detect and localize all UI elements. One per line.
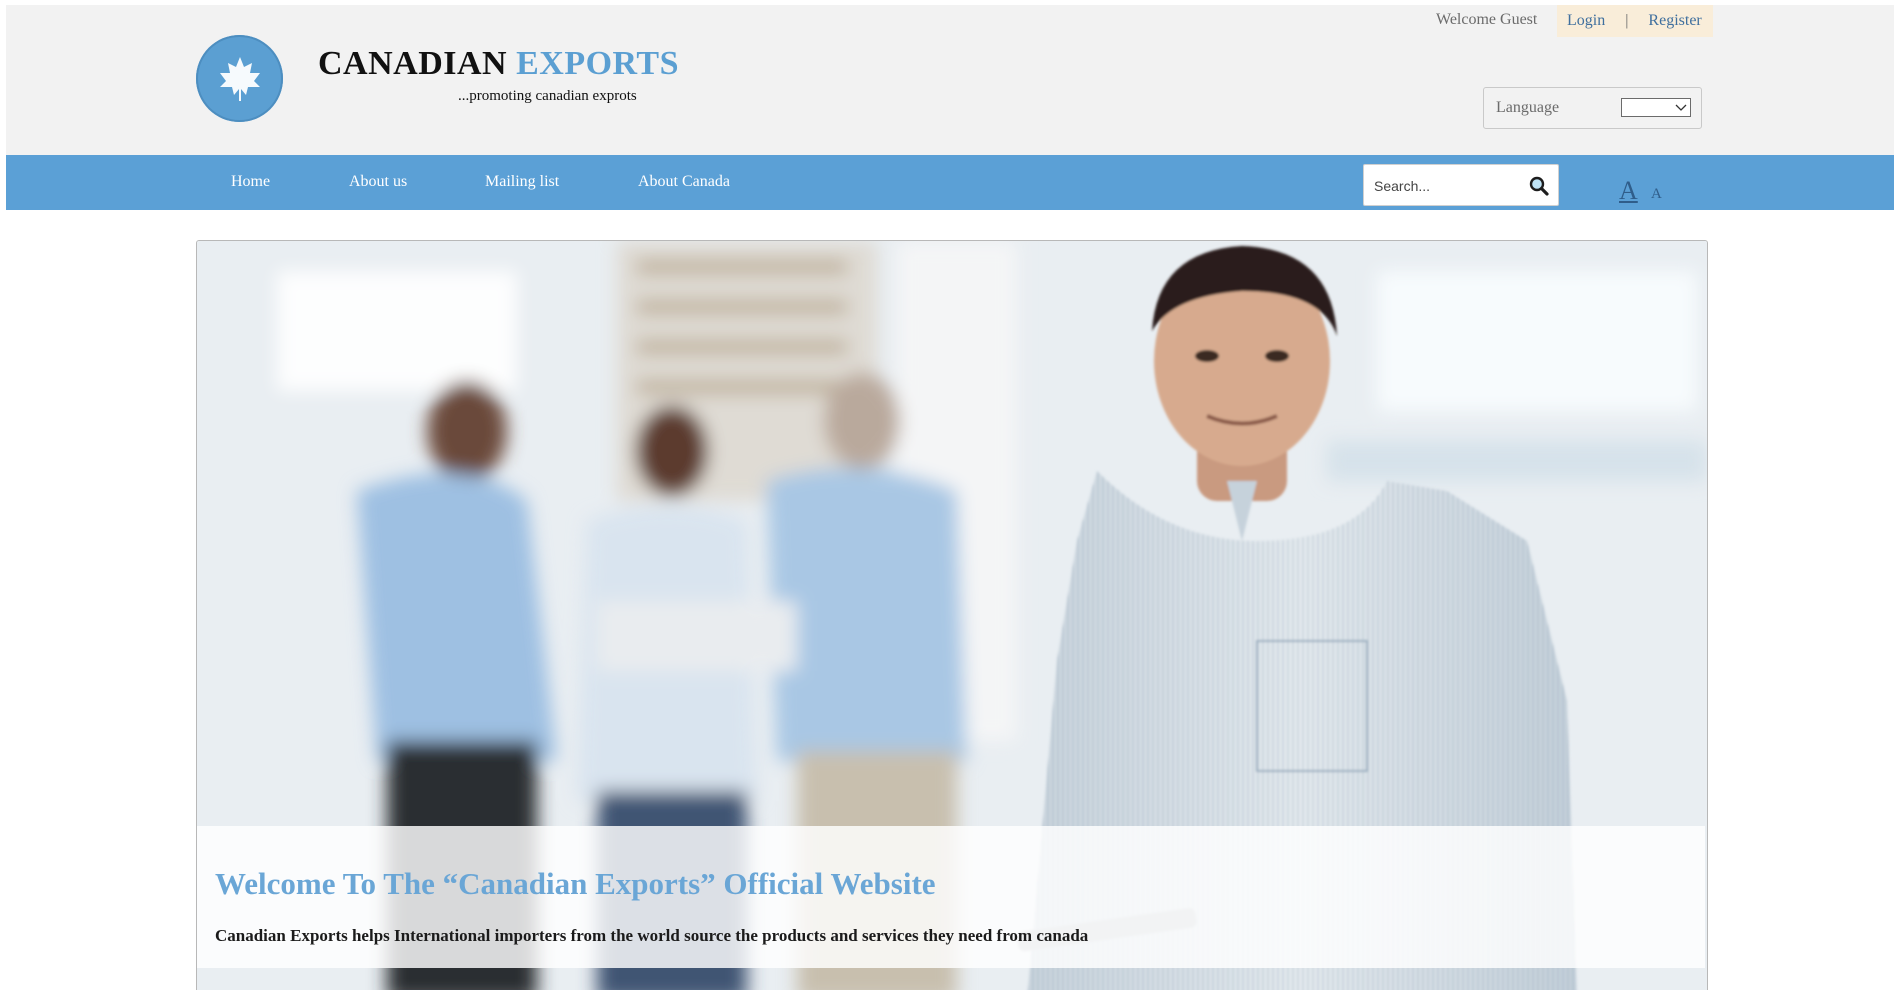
- site-header: CANADIAN EXPORTS ...promoting canadian e…: [6, 5, 1894, 156]
- language-label: Language: [1496, 99, 1560, 116]
- hero-banner: Welcome To The “Canadian Exports” Offici…: [196, 240, 1708, 990]
- page: CANADIAN EXPORTS ...promoting canadian e…: [0, 0, 1903, 990]
- hero-title: Welcome To The “Canadian Exports” Offici…: [215, 866, 936, 901]
- nav-item-mailing-list[interactable]: Mailing list: [485, 173, 559, 191]
- auth-separator: |: [1625, 12, 1629, 29]
- language-dropdown[interactable]: [1621, 98, 1691, 117]
- hero-description: Canadian Exports helps International imp…: [215, 926, 1089, 945]
- auth-links: Login | Register: [1557, 5, 1713, 37]
- language-selector: Language: [1483, 87, 1702, 129]
- register-link[interactable]: Register: [1648, 12, 1701, 30]
- search-input[interactable]: [1374, 177, 1524, 195]
- main-navigation: Home About us Mailing list About Canada …: [6, 155, 1894, 210]
- nav-item-about-canada[interactable]: About Canada: [638, 173, 730, 191]
- welcome-text: Welcome Guest: [1436, 11, 1538, 28]
- font-size-large-button[interactable]: A: [1619, 178, 1638, 204]
- nav-item-home[interactable]: Home: [231, 173, 270, 191]
- search-icon[interactable]: [1528, 175, 1550, 197]
- hero-caption: Welcome To The “Canadian Exports” Offici…: [197, 826, 1705, 968]
- brand-name-main: CANADIAN: [318, 45, 508, 82]
- nav-item-about-us[interactable]: About us: [349, 173, 407, 191]
- brand-tagline: ...promoting canadian exprots: [458, 88, 637, 104]
- search-box: [1363, 164, 1559, 206]
- maple-leaf-icon: [219, 56, 260, 101]
- maple-leaf-logo[interactable]: [196, 35, 283, 122]
- chevron-down-icon: [1675, 104, 1687, 111]
- font-size-small-button[interactable]: A: [1651, 187, 1662, 202]
- brand-name-accent: EXPORTS: [516, 45, 680, 82]
- brand-name[interactable]: CANADIAN EXPORTS: [318, 45, 679, 83]
- login-link[interactable]: Login: [1567, 12, 1605, 30]
